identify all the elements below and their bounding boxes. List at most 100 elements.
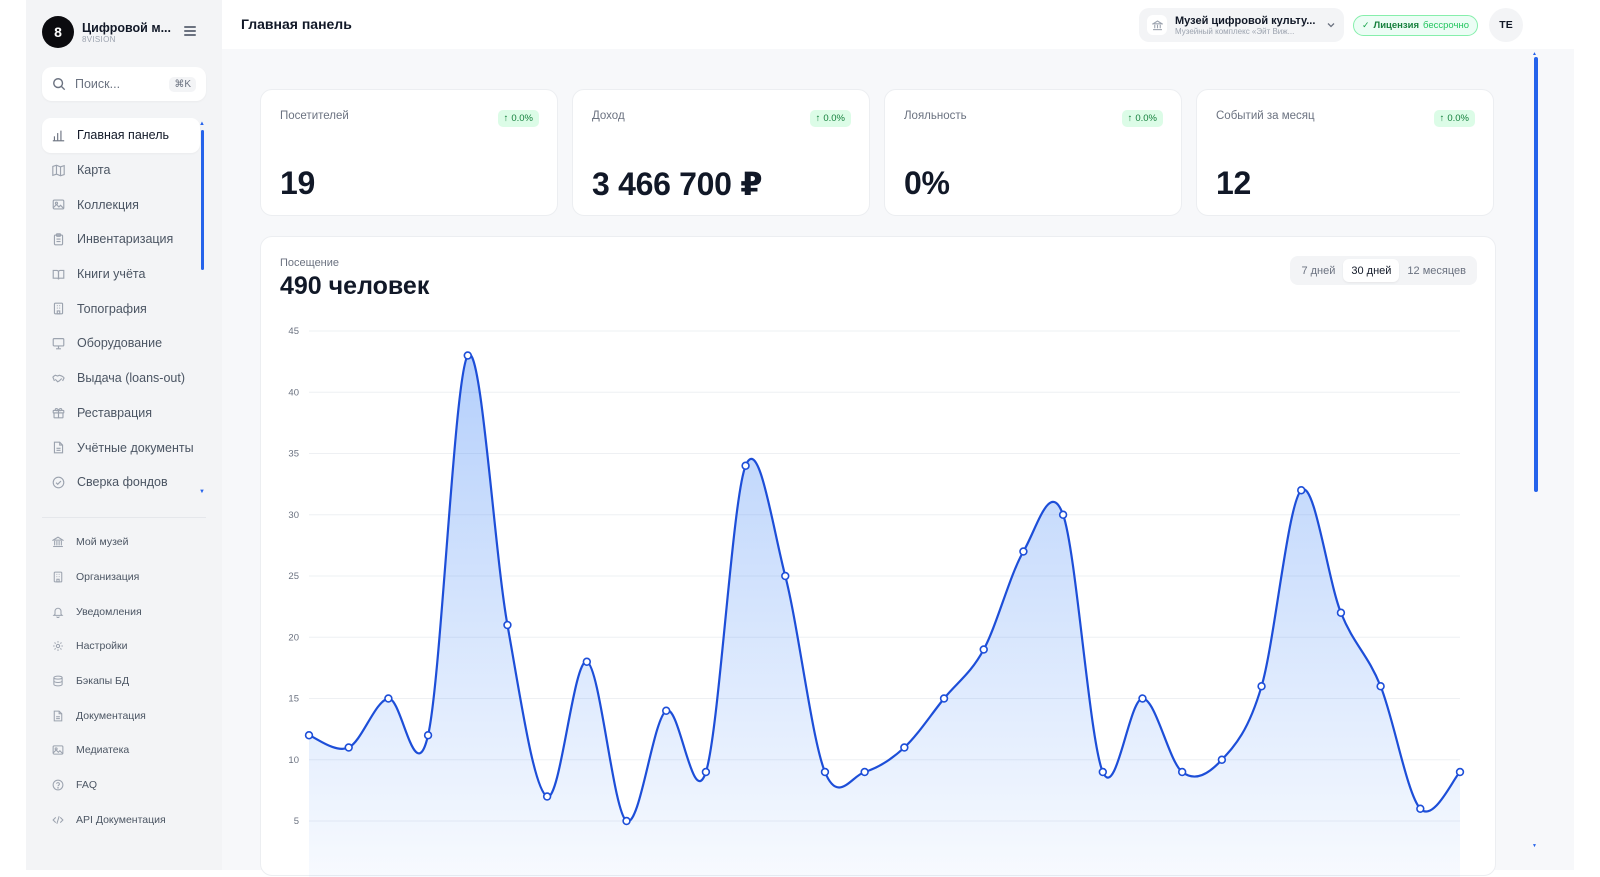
sidebar-item-notifications[interactable]: Уведомления [42,594,206,629]
museum-icon [1147,15,1167,35]
data-point[interactable] [1455,767,1465,777]
data-point[interactable] [503,620,512,630]
stat-change: 0.0% [511,113,533,124]
stat-change-badge: ↑ 0.0% [1433,110,1475,127]
sidebar-item-api-docs[interactable]: API Документация [42,803,206,838]
sidebar-item-label: Инвентаризация [77,232,174,247]
stat-change: 0.0% [1135,113,1157,124]
data-point[interactable] [900,743,909,752]
sidebar-item-db-backups[interactable]: Бэкапы БД [42,664,206,699]
sidebar-item-label: Сверка фондов [77,475,168,490]
data-point[interactable] [542,792,552,801]
nav-scrollbar[interactable] [201,130,204,270]
data-point[interactable] [622,816,631,826]
data-point[interactable] [701,767,711,777]
license-label: Лицензия [1373,20,1420,31]
data-point[interactable] [1416,804,1425,813]
data-point[interactable] [1019,547,1028,556]
stat-card-visitors: Посетителей ↑ 0.0% 19 [260,89,558,216]
search-input[interactable]: Поиск... ⌘K [42,67,206,101]
museum-icon [52,536,64,548]
gear-icon [53,641,63,652]
stat-card-loyalty: Лояльность ↑ 0.0% 0% [884,89,1182,216]
file-icon [53,441,64,454]
chevron-down-icon [1327,23,1335,28]
y-tick-label: 10 [288,755,299,766]
monitor-icon [52,338,65,350]
building-icon [53,302,64,315]
sidebar-item-documents[interactable]: Учётные документы [42,430,200,465]
data-point[interactable] [1098,767,1107,777]
sidebar-item-documentation[interactable]: Документация [42,698,206,733]
main-scroll-down-icon[interactable]: ▼ [1532,843,1537,849]
visits-chart: 5 10 15 20 25 30 35 40 45 [288,326,1465,877]
page-title: Главная панель [241,16,352,32]
data-point[interactable] [344,743,353,752]
data-point[interactable] [1376,682,1385,691]
data-point[interactable] [1058,510,1068,519]
y-tick-label: 45 [288,326,299,337]
sidebar-item-books[interactable]: Книги учёта [42,257,200,292]
sidebar-item-label: Медиатека [76,744,130,757]
sidebar-item-collection[interactable]: Коллекция [42,187,200,222]
data-point[interactable] [939,694,949,703]
data-point[interactable] [662,706,671,715]
clipboard-icon [53,233,64,246]
bell-icon [52,607,64,618]
sidebar-item-restoration[interactable]: Реставрация [42,396,200,431]
data-point[interactable] [781,571,790,581]
data-point[interactable] [741,461,750,470]
range-7-days-button[interactable]: 7 дней [1293,259,1343,282]
data-point[interactable] [1336,608,1346,617]
data-point[interactable] [860,767,869,777]
main-scrollbar[interactable] [1534,57,1538,492]
sidebar-item-loans-out[interactable]: Выдача (loans-out) [42,361,200,396]
sidebar-item-label: Бэкапы БД [76,675,130,688]
sidebar-item-inventory[interactable]: Инвентаризация [42,222,200,257]
sidebar-item-label: FAQ [76,779,98,792]
brand[interactable]: 8 Цифровой м... 8VISION [42,16,171,48]
search-icon [53,78,66,91]
book-icon [52,269,65,280]
avatar[interactable]: TE [1489,8,1523,42]
sidebar-item-dashboard[interactable]: Главная панель [42,118,200,153]
sidebar-item-map[interactable]: Карта [42,153,200,188]
sidebar-item-equipment[interactable]: Оборудование [42,326,200,361]
sidebar-item-faq[interactable]: FAQ [42,768,206,803]
check-circle-icon [52,476,65,489]
bar-chart-icon [52,130,65,142]
visits-area [309,354,1460,877]
museum-selector[interactable]: Музей цифровой культу... Музейный компле… [1139,8,1344,42]
menu-toggle-icon[interactable] [184,26,196,36]
data-point[interactable] [979,645,988,654]
data-point[interactable] [463,351,472,360]
stat-card-events: Событий за месяц ↑ 0.0% 12 [1196,89,1494,216]
code-icon [52,815,64,824]
sidebar-item-topography[interactable]: Топография [42,291,200,326]
sidebar-item-label: Топография [77,301,147,316]
range-30-days-button[interactable]: 30 дней [1343,259,1400,282]
sidebar-item-label: Коллекция [77,197,139,212]
sidebar-item-media-library[interactable]: Медиатека [42,733,206,768]
data-point[interactable] [423,731,433,740]
range-12-months-button[interactable]: 12 месяцев [1399,259,1474,282]
sidebar-item-label: Уведомления [76,605,142,618]
data-point[interactable] [582,657,592,666]
arrow-up-icon: ↑ [815,113,821,124]
data-point[interactable] [1177,767,1187,777]
data-point[interactable] [820,767,830,777]
data-point[interactable] [384,694,393,703]
search-placeholder: Поиск... [75,77,121,91]
sidebar-item-my-museum[interactable]: Мой музей [42,525,206,560]
sidebar-item-settings[interactable]: Настройки [42,629,206,664]
data-point[interactable] [1217,755,1227,764]
arrow-up-icon: ↑ [1439,113,1445,124]
chart-total: 490 человек [280,272,430,300]
data-point[interactable] [304,731,314,740]
sidebar-item-fund-reconciliation[interactable]: Сверка фондов [42,465,200,500]
data-point[interactable] [1297,486,1306,495]
stat-label: Посетителей [280,110,349,122]
sidebar-item-organization[interactable]: Организация [42,560,206,595]
data-point[interactable] [1257,682,1266,691]
data-point[interactable] [1138,694,1147,703]
